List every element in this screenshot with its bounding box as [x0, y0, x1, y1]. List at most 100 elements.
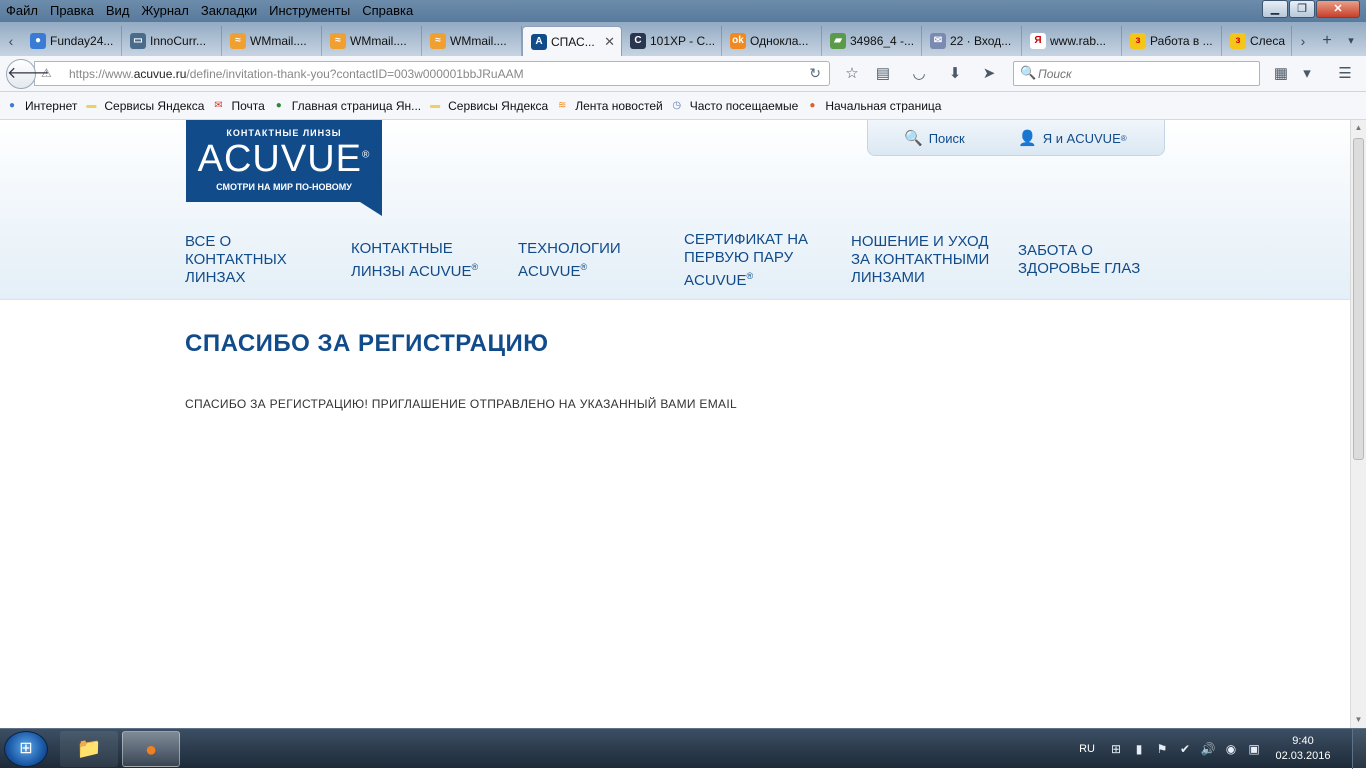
- globe-icon: ●: [8, 99, 16, 111]
- tab[interactable]: ≈ WMmail....: [222, 26, 322, 56]
- nav-all-about-lenses[interactable]: ВСЕ О КОНТАКТНЫХ ЛИНЗАХ: [185, 230, 287, 290]
- pocket-icon[interactable]: ◡: [908, 64, 930, 84]
- extension-dropdown-icon[interactable]: ▾: [1296, 64, 1318, 84]
- show-desktop-button[interactable]: [1352, 729, 1366, 769]
- nav-eye-health[interactable]: ЗАБОТА О ЗДОРОВЬЕ ГЛАЗ: [1018, 230, 1140, 290]
- globe-icon: ●: [30, 33, 46, 49]
- bookmark-item[interactable]: ✉ Почта: [210, 98, 265, 114]
- site-search-link[interactable]: 🔍 Поиск: [904, 129, 965, 147]
- menu-tools[interactable]: Инструменты: [263, 0, 356, 22]
- site-search-label: Поиск: [928, 130, 965, 146]
- tab[interactable]: ok Однокла...: [722, 26, 822, 56]
- search-input[interactable]: [1038, 65, 1253, 83]
- menu-view[interactable]: Вид: [100, 0, 136, 22]
- bookmark-item[interactable]: ● Интернет: [4, 98, 77, 114]
- nav-item-line: ЗДОРОВЬЕ ГЛАЗ: [1018, 260, 1141, 277]
- clock[interactable]: 9:40 02.03.2016: [1268, 734, 1338, 764]
- scrollbar-thumb[interactable]: [1353, 138, 1364, 460]
- account-link[interactable]: 👤 Я и ACUVUE ®: [1018, 129, 1127, 147]
- menu-edit[interactable]: Правка: [44, 0, 100, 22]
- start-button[interactable]: ⊞: [4, 731, 48, 767]
- scroll-down-arrow-icon[interactable]: ▼: [1351, 712, 1366, 728]
- tab[interactable]: Яwww.rab...: [1022, 26, 1122, 56]
- bookmark-star-icon[interactable]: ☆: [841, 64, 863, 84]
- bookmark-item[interactable]: ◷ Часто посещаемые: [669, 98, 798, 114]
- reading-list-icon[interactable]: ▤: [872, 64, 894, 84]
- minimize-button[interactable]: ▁: [1262, 0, 1288, 18]
- menu-file[interactable]: Файл: [0, 0, 44, 22]
- windows-flag-icon[interactable]: ⊞: [1107, 740, 1125, 758]
- tab[interactable]: ≈ WMmail....: [322, 26, 422, 56]
- close-tab-icon[interactable]: ✕: [604, 27, 615, 56]
- bookmark-label: Сервисы Яндекса: [448, 98, 549, 113]
- bookmark-item[interactable]: ● Начальная страница: [804, 98, 941, 114]
- image-icon: ▰: [830, 33, 846, 49]
- explorer-taskbar-button[interactable]: 📁: [60, 731, 118, 767]
- search-icon: 🔍: [1020, 65, 1037, 80]
- nav-acuvue-lenses[interactable]: КОНТАКТНЫЕ ЛИНЗЫ ACUVUE®: [351, 230, 478, 290]
- logo-tail: [360, 202, 382, 216]
- logo-wordmark: ACUVUE: [197, 138, 362, 180]
- tab[interactable]: ● Funday24...: [22, 26, 122, 56]
- mail-icon: ✉: [930, 33, 946, 49]
- folder-icon: ▬: [430, 99, 441, 111]
- reload-icon[interactable]: ↻: [809, 65, 821, 82]
- nav-item-line: КОНТАКТНЫЕ: [351, 239, 453, 257]
- url-bar[interactable]: ⚠ https://www.acuvue.ru/define/invitatio…: [34, 61, 830, 86]
- tab[interactable]: ≈ WMmail....: [422, 26, 522, 56]
- send-icon[interactable]: ➤: [978, 64, 1000, 84]
- action-center-flag-icon[interactable]: ⚑: [1153, 740, 1171, 758]
- clipboard-icon[interactable]: ▣: [1245, 740, 1263, 758]
- monitor-icon: ▭: [130, 33, 146, 49]
- maximize-button[interactable]: ❐: [1289, 0, 1315, 18]
- tab[interactable]: C 101XP - С...: [622, 26, 722, 56]
- nav-first-pair-certificate[interactable]: СЕРТИФИКАТ НА ПЕРВУЮ ПАРУ ACUVUE®: [684, 230, 808, 290]
- tab-active[interactable]: A СПАС... ✕: [522, 26, 622, 56]
- page-scrollbar[interactable]: ▲ ▼: [1350, 120, 1366, 728]
- hamburger-menu-icon[interactable]: ☰: [1334, 64, 1356, 84]
- tab[interactable]: ✉ 22 · Вход...: [922, 26, 1022, 56]
- tab-scroll-right-button[interactable]: ›: [1292, 26, 1314, 56]
- extension-icon[interactable]: ▦: [1270, 64, 1292, 84]
- bookmark-item[interactable]: ≋ Лента новостей: [554, 98, 663, 114]
- acuvue-logo[interactable]: КОНТАКТНЫЕ ЛИНЗЫ ACUVUE® СМОТРИ НА МИР П…: [186, 120, 382, 216]
- tab-scroll-left-button[interactable]: ‹: [0, 26, 22, 56]
- bookmark-item[interactable]: ▬ Сервисы Яндекса: [83, 98, 204, 114]
- nav-wear-and-care[interactable]: НОШЕНИЕ И УХОД ЗА КОНТАКТНЫМИ ЛИНЗАМИ: [851, 230, 989, 290]
- language-indicator[interactable]: RU: [1079, 743, 1095, 755]
- bookmark-item[interactable]: ▬ Сервисы Яндекса: [427, 98, 548, 114]
- screen: { "menubar": { "items": ["Файл", "Правка…: [0, 0, 1366, 778]
- tab[interactable]: з Работа в ...: [1122, 26, 1222, 56]
- downloads-icon[interactable]: ⬇: [944, 64, 966, 84]
- nav-item-line: ACUVUE: [684, 271, 747, 289]
- tab-label: 34986_4 -...: [850, 34, 915, 48]
- back-button[interactable]: 🡐: [6, 59, 50, 89]
- page-viewport: КОНТАКТНЫЕ ЛИНЗЫ ACUVUE® СМОТРИ НА МИР П…: [0, 120, 1350, 728]
- tab[interactable]: ▰ 34986_4 -...: [822, 26, 922, 56]
- menu-bookmarks[interactable]: Закладки: [195, 0, 263, 22]
- search-box[interactable]: 🔍: [1013, 61, 1260, 86]
- security-check-icon[interactable]: ✔: [1176, 740, 1194, 758]
- url-text[interactable]: https://www.acuvue.ru/define/invitation-…: [69, 62, 524, 86]
- new-tab-button[interactable]: +: [1314, 26, 1340, 56]
- nav-acuvue-technologies[interactable]: ТЕХНОЛОГИИ ACUVUE®: [518, 230, 621, 290]
- tab[interactable]: з Слеса: [1222, 26, 1292, 56]
- list-all-tabs-button[interactable]: ▾: [1340, 26, 1362, 56]
- nav-item-label: СЕРТИФИКАТ НА ПЕРВУЮ ПАРУ ACUVUE®: [684, 231, 808, 290]
- tab[interactable]: ▭ InnoCurr...: [122, 26, 222, 56]
- 101xp-icon: C: [630, 33, 646, 49]
- wmmail-icon: ≈: [230, 33, 246, 49]
- app-tray-icon[interactable]: ◉: [1222, 740, 1240, 758]
- nav-item-label: КОНТАКТНЫЕ ЛИНЗЫ ACUVUE®: [351, 240, 478, 281]
- menu-history[interactable]: Журнал: [135, 0, 194, 22]
- rss-icon: ≋: [558, 99, 567, 111]
- menu-help[interactable]: Справка: [356, 0, 419, 22]
- firefox-taskbar-button[interactable]: ●: [122, 731, 180, 767]
- volume-icon[interactable]: 🔊: [1199, 740, 1217, 758]
- close-window-button[interactable]: ✕: [1316, 0, 1360, 18]
- network-signal-icon[interactable]: ▮: [1130, 740, 1148, 758]
- bookmark-item[interactable]: ● Главная страница Ян...: [271, 98, 421, 114]
- tab-label: 101XP - С...: [650, 34, 716, 48]
- scroll-up-arrow-icon[interactable]: ▲: [1351, 120, 1366, 136]
- system-tray: RU ⊞ ▮ ⚑ ✔ 🔊 ◉ ▣ 9:40 02.03.2016: [1079, 729, 1366, 769]
